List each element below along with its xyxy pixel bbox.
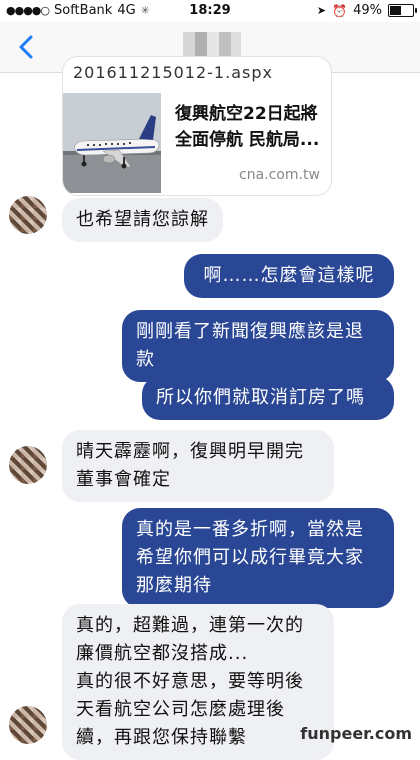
message-line: 款 xyxy=(136,349,155,370)
message-line: 希望你們可以成行畢竟大家 xyxy=(136,547,364,568)
avatar[interactable] xyxy=(9,706,47,744)
message-incoming: 晴天霹靂啊，復興明早開完 董事會確定 xyxy=(62,430,334,502)
status-right: ➤ ⏰ 49% xyxy=(316,3,417,18)
message-outgoing: 真的是一番多折啊，當然是 希望你們可以成行畢竟大家 那麼期待 xyxy=(122,508,394,608)
message-line: 真的，超難過，連第一次的 xyxy=(76,615,304,636)
message-text: 也希望請您諒解 xyxy=(76,209,209,230)
battery-icon xyxy=(388,4,417,17)
message-incoming: 真的，超難過，連第一次的 廉價航空都沒搭成... 真的很不好意思，要等明後 天看… xyxy=(62,604,334,760)
link-preview-card[interactable]: 201611215012-1.aspx 復興航空22日起將 全面停航 民航局..… xyxy=(62,56,332,196)
message-outgoing: 剛剛看了新聞復興應該是退 款 xyxy=(122,310,394,382)
message-line: 董事會確定 xyxy=(76,469,171,490)
chevron-left-icon[interactable] xyxy=(14,34,40,60)
link-domain: cna.com.tw xyxy=(239,167,320,183)
status-bar: ●●●●○ SoftBank 4G ✳ 18:29 ➤ ⏰ 49% xyxy=(0,0,420,22)
battery-percent: 49% xyxy=(353,3,382,18)
message-incoming: 也希望請您諒解 xyxy=(62,198,223,242)
location-arrow-icon: ➤ xyxy=(316,4,327,17)
message-line: 那麼期待 xyxy=(136,575,212,596)
message-line: 剛剛看了新聞復興應該是退 xyxy=(136,321,364,342)
alarm-clock-icon: ⏰ xyxy=(332,3,348,18)
message-line: 續，再跟您保持聯繫 xyxy=(76,727,247,748)
message-line: 晴天霹靂啊，復興明早開完 xyxy=(76,441,304,462)
battery-fill xyxy=(390,6,401,15)
link-title-line-1: 復興航空22日起將 xyxy=(175,104,318,124)
message-text: 啊……怎麼會這樣呢 xyxy=(203,265,375,286)
avatar[interactable] xyxy=(9,446,47,484)
link-url: 201611215012-1.aspx xyxy=(73,63,273,82)
link-title-line-2: 全面停航 民航局... xyxy=(175,130,320,150)
message-line: 廉價航空都沒搭成... xyxy=(76,643,249,664)
message-line: 真的很不好意思，要等明後 xyxy=(76,671,304,692)
watermark: funpeer.com xyxy=(300,724,412,743)
avatar[interactable] xyxy=(9,196,47,234)
message-outgoing: 所以你們就取消訂房了嗎 xyxy=(142,376,394,420)
link-title: 復興航空22日起將 全面停航 民航局... xyxy=(175,101,325,153)
message-line: 天看航空公司怎麼處理後 xyxy=(76,699,285,720)
message-text: 所以你們就取消訂房了嗎 xyxy=(156,387,365,408)
message-outgoing: 啊……怎麼會這樣呢 xyxy=(184,254,394,298)
message-line: 真的是一番多折啊，當然是 xyxy=(136,519,364,540)
airplane-thumbnail xyxy=(63,93,161,193)
